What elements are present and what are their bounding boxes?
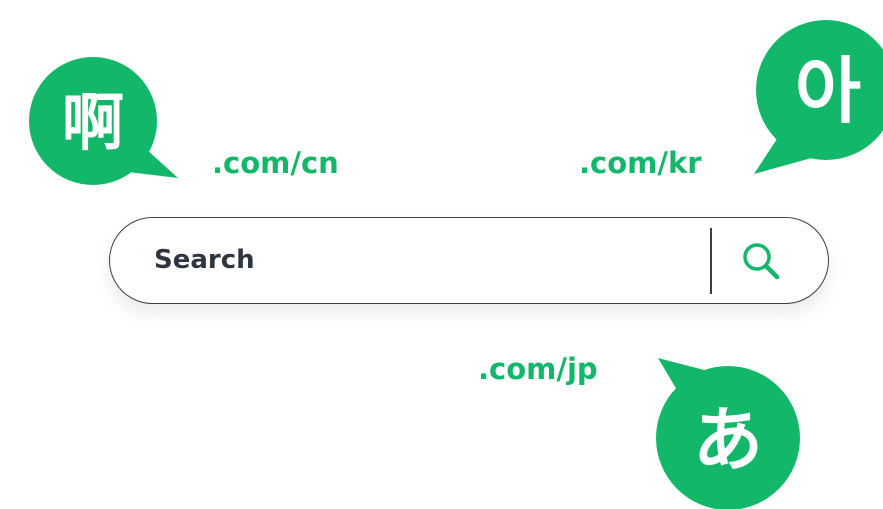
domain-label-jp: .com/jp	[478, 352, 598, 386]
domain-label-cn: .com/cn	[212, 146, 339, 180]
speech-bubble-icon: 아	[754, 20, 883, 174]
korean-speech-bubble: 아	[748, 4, 883, 176]
search-button[interactable]	[730, 232, 792, 290]
speech-bubble-icon: 啊	[29, 57, 178, 185]
search-icon	[743, 243, 780, 280]
chinese-character: 啊	[62, 86, 124, 159]
domain-label-kr: .com/kr	[579, 146, 702, 180]
search-bar	[109, 217, 829, 304]
speech-bubble-icon: あ	[656, 358, 800, 509]
korean-character: 아	[795, 49, 861, 133]
japanese-character: あ	[693, 399, 763, 481]
search-divider	[710, 228, 712, 294]
search-input[interactable]	[154, 234, 694, 286]
chinese-speech-bubble: 啊	[14, 42, 184, 185]
japanese-speech-bubble: あ	[650, 352, 810, 509]
